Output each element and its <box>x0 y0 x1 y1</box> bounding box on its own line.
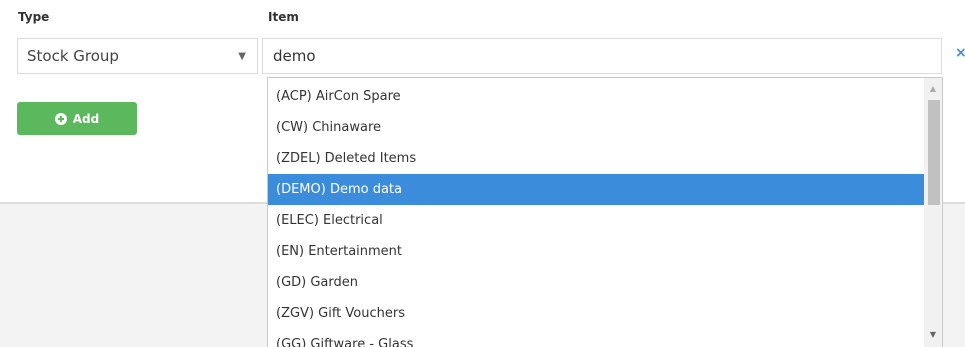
dropdown-option[interactable]: (CW) Chinaware <box>268 112 924 143</box>
dropdown-option[interactable]: (ZDEL) Deleted Items <box>268 143 924 174</box>
add-button-label: Add <box>72 111 100 126</box>
type-select[interactable]: Stock Group ▼ <box>17 38 258 74</box>
close-icon[interactable]: × <box>955 45 965 61</box>
scroll-up-arrow-icon[interactable]: ▲ <box>924 80 942 98</box>
item-dropdown: (ACP) AirCon Spare (CW) Chinaware (ZDEL)… <box>267 77 943 347</box>
dropdown-option[interactable]: (EN) Entertainment <box>268 236 924 267</box>
item-label: Item <box>268 10 299 24</box>
type-select-value: Stock Group <box>27 47 119 65</box>
dropdown-option-selected[interactable]: (DEMO) Demo data <box>268 174 924 205</box>
option-list: (ACP) AirCon Spare (CW) Chinaware (ZDEL)… <box>268 81 924 347</box>
type-label: Type <box>18 10 50 24</box>
dropdown-option[interactable]: (ACP) AirCon Spare <box>268 81 924 112</box>
dropdown-scrollbar[interactable]: ▲ ▼ <box>924 78 942 347</box>
dropdown-option[interactable]: (GG) Giftware - Glass <box>268 329 924 347</box>
add-button[interactable]: Add <box>17 102 137 135</box>
dropdown-option[interactable]: (ELEC) Electrical <box>268 205 924 236</box>
plus-circle-icon <box>54 112 67 125</box>
dropdown-option[interactable]: (GD) Garden <box>268 267 924 298</box>
scrollbar-thumb[interactable] <box>928 100 940 205</box>
item-search-input[interactable] <box>262 38 942 74</box>
caret-down-icon[interactable]: ▼ <box>238 51 246 62</box>
dropdown-option[interactable]: (ZGV) Gift Vouchers <box>268 298 924 329</box>
scroll-down-arrow-icon[interactable]: ▼ <box>924 326 942 344</box>
